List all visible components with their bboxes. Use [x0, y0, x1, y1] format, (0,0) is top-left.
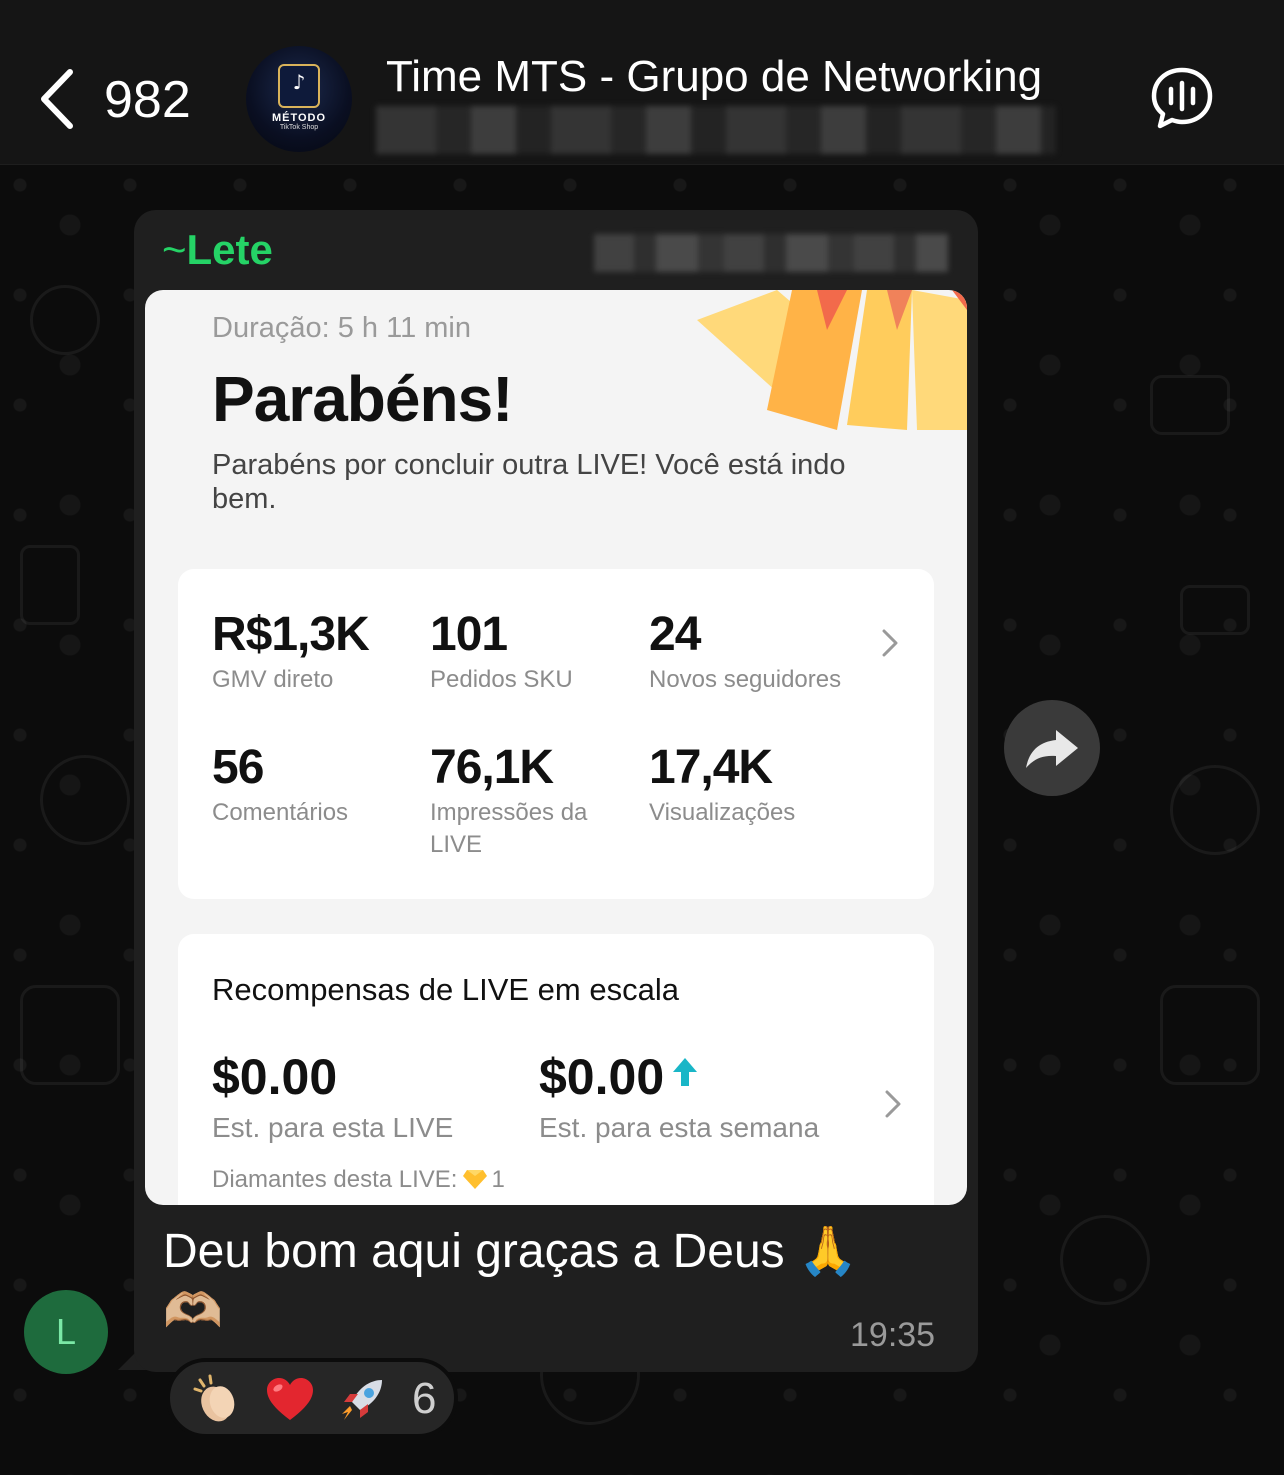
- voice-chat-icon[interactable]: [1150, 66, 1214, 130]
- rewards-card: Recompensas de LIVE em escala $0.00 Est.…: [178, 934, 934, 1205]
- message-time: 19:35: [850, 1316, 936, 1354]
- sender-phone-blurred: [594, 234, 948, 272]
- reactions-pill[interactable]: 6: [166, 1358, 458, 1438]
- rocket-icon: [342, 1380, 382, 1420]
- back-chevron-icon[interactable]: [36, 68, 80, 130]
- diamond-icon: [463, 1170, 488, 1189]
- stat-followers: 24 Novos seguidores: [649, 607, 841, 696]
- red-heart-icon: [267, 1378, 313, 1420]
- stat-value: R$1,3K: [212, 608, 370, 661]
- sender-avatar[interactable]: L: [24, 1290, 108, 1374]
- stat-label: Visualizações: [649, 799, 796, 826]
- avatar-text-line1: MÉTODO: [271, 112, 327, 124]
- diamonds-label: Diamantes desta LIVE:: [212, 1166, 458, 1193]
- stat-label: GMV direto: [212, 666, 334, 693]
- reward-week: $0.00 Est. para esta semana: [539, 1048, 819, 1144]
- members-list-blurred: [376, 106, 1056, 154]
- reward-live-value: $0.00: [212, 1049, 338, 1105]
- reward-week-label: Est. para esta semana: [539, 1112, 820, 1143]
- chevron-right-icon: [885, 1090, 901, 1118]
- stat-label: Comentários: [212, 799, 349, 826]
- congrats-subtitle: Parabéns por concluir outra LIVE! Você e…: [212, 449, 846, 515]
- stat-value: 101: [430, 608, 508, 661]
- diamonds-count: 1: [491, 1166, 505, 1193]
- reward-week-value: $0.00: [539, 1049, 665, 1105]
- shared-image[interactable]: Duração: 5 h 11 min Parabéns! Parabéns p…: [145, 290, 967, 1205]
- group-avatar[interactable]: ♪ MÉTODO TikTok Shop: [246, 46, 352, 152]
- sender-prefix: ~: [162, 226, 187, 273]
- reward-live: $0.00 Est. para esta LIVE: [212, 1048, 453, 1144]
- chat-header: 982 ♪ MÉTODO TikTok Shop Time MTS - Grup…: [0, 0, 1284, 165]
- stat-label: Pedidos SKU: [430, 666, 573, 693]
- diamonds-row: Diamantes desta LIVE: 1: [212, 1166, 505, 1194]
- clapping-hands-icon: [193, 1374, 235, 1422]
- sender-name-text: Lete: [186, 226, 273, 273]
- stat-label: Impressões da LIVE: [430, 799, 588, 858]
- message-caption: Deu bom aqui graças a Deus 🙏 🫶🏼: [163, 1225, 858, 1338]
- stat-orders: 101 Pedidos SKU: [430, 607, 573, 696]
- stat-value: 24: [649, 608, 701, 661]
- tiktok-note-icon: ♪: [292, 70, 306, 94]
- unread-count[interactable]: 982: [104, 70, 191, 130]
- stat-value: 17,4K: [649, 741, 773, 794]
- arrow-up-icon: [673, 1058, 698, 1086]
- congrats-title: Parabéns!: [212, 363, 513, 435]
- sender-name[interactable]: ~Lete: [162, 226, 273, 274]
- stats-card: R$1,3K GMV direto 101 Pedidos SKU 24 Nov…: [178, 569, 934, 899]
- stat-impressions: 76,1K Impressões da LIVE: [430, 740, 620, 861]
- stat-comments: 56 Comentários: [212, 740, 348, 829]
- stat-label: Novos seguidores: [649, 666, 842, 693]
- stat-views: 17,4K Visualizações: [649, 740, 795, 829]
- live-duration: Duração: 5 h 11 min: [212, 312, 471, 344]
- forward-arrow-icon: [1026, 730, 1078, 768]
- reaction-count: 6: [412, 1374, 437, 1423]
- stat-value: 56: [212, 741, 264, 794]
- group-title[interactable]: Time MTS - Grupo de Networking: [386, 52, 1042, 102]
- celebration-rays-graphic: [697, 290, 967, 430]
- avatar-text-line2: TikTok Shop: [279, 124, 319, 131]
- rewards-title: Recompensas de LIVE em escala: [212, 972, 679, 1007]
- forward-button[interactable]: [1004, 700, 1100, 796]
- stat-value: 76,1K: [430, 741, 554, 794]
- stat-gmv: R$1,3K GMV direto: [212, 607, 370, 696]
- reward-live-label: Est. para esta LIVE: [212, 1112, 454, 1143]
- chevron-right-icon: [882, 629, 898, 657]
